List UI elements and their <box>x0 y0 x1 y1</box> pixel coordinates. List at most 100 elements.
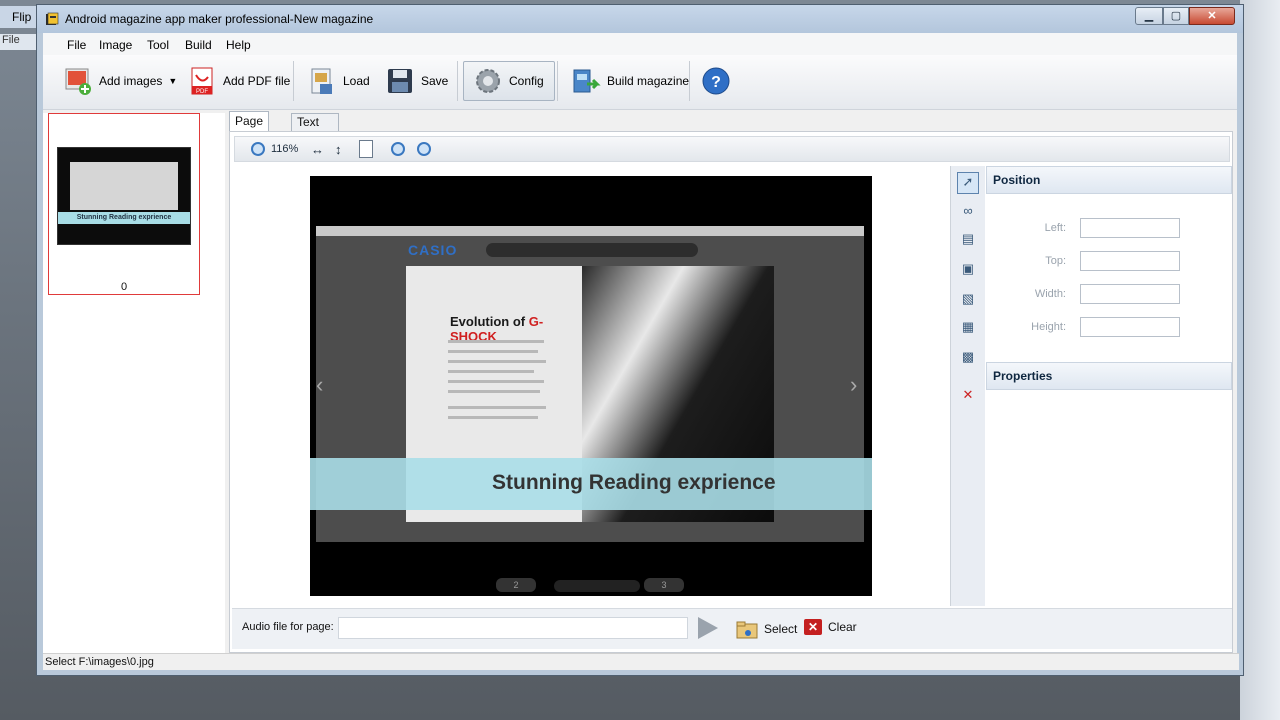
left-input[interactable] <box>1080 218 1180 238</box>
toolbar-separator <box>689 61 690 101</box>
flipbook-navbar <box>486 243 698 257</box>
background-right-edge <box>1240 0 1280 720</box>
delete-icon[interactable]: ✕ <box>959 386 977 404</box>
text-line <box>448 360 546 363</box>
folder-music-icon <box>736 621 758 639</box>
add-images-label: Add images <box>99 74 163 88</box>
top-input[interactable] <box>1080 251 1180 271</box>
text-line <box>448 370 534 373</box>
banner-overlay: Stunning Reading exprience <box>310 458 872 510</box>
help-icon: ? <box>702 67 730 95</box>
zoom-level: 116% <box>271 143 299 155</box>
height-input[interactable] <box>1080 317 1180 337</box>
toolbar-separator <box>557 61 558 101</box>
dropdown-arrow-icon[interactable]: ▼ <box>168 76 177 86</box>
svg-text:?: ? <box>711 74 721 91</box>
toolbar-separator <box>293 61 294 101</box>
tab-text-for-search[interactable]: Text for search <box>291 113 340 161</box>
fit-height-button[interactable]: ↕ <box>335 140 342 158</box>
screenshot-browser-bar <box>316 226 864 236</box>
image-icon[interactable]: ▣ <box>959 260 977 278</box>
config-button[interactable]: Config <box>473 63 544 99</box>
load-icon <box>311 68 332 94</box>
link-icon[interactable]: ∞ <box>959 202 977 220</box>
load-button[interactable]: Load <box>307 63 370 99</box>
main-window: Android magazine app maker professional-… <box>36 4 1244 676</box>
text-line <box>448 416 538 419</box>
load-label: Load <box>343 74 370 88</box>
page-icon <box>359 140 373 158</box>
page-view-panel: 116% ↔ ↕ CASIO Evolution of G-SHOCK 2 3 … <box>229 131 1233 653</box>
build-magazine-label: Build magazine <box>607 74 690 88</box>
thumbnail-label: 0 <box>120 281 128 293</box>
menu-file[interactable]: File <box>67 38 86 52</box>
fit-width-button[interactable]: ↔ <box>311 140 324 158</box>
page-canvas[interactable]: CASIO Evolution of G-SHOCK 2 3 ‹ › Stunn… <box>232 166 948 606</box>
fit-width-icon: ↔ <box>311 141 324 157</box>
pdf-icon: PDF <box>191 67 213 95</box>
zoom-in-button[interactable] <box>391 140 405 158</box>
text-line <box>448 380 544 383</box>
banner-text: Stunning Reading exprience <box>492 471 776 494</box>
maximize-button[interactable]: ▢ <box>1163 7 1189 25</box>
flash-icon[interactable]: ▧ <box>959 290 977 308</box>
width-input[interactable] <box>1080 284 1180 304</box>
menu-tool[interactable]: Tool <box>147 38 169 52</box>
help-button[interactable]: ? <box>701 63 737 99</box>
left-label: Left: <box>1044 222 1066 234</box>
zoom-level-control[interactable]: 116% <box>251 140 298 158</box>
build-magazine-icon <box>573 69 601 93</box>
play-icon[interactable] <box>698 617 718 639</box>
menu-help[interactable]: Help <box>226 38 251 52</box>
select-audio-button[interactable]: Select <box>736 619 797 639</box>
audio-file-input[interactable] <box>338 617 688 639</box>
close-button[interactable]: ✕ <box>1189 7 1235 25</box>
video-icon[interactable]: ▦ <box>959 318 977 336</box>
menu-image[interactable]: Image <box>99 38 132 52</box>
gear-icon <box>476 69 500 93</box>
position-panel-title: Position <box>986 166 1232 194</box>
select-label: Select <box>764 622 798 636</box>
svg-text:PDF: PDF <box>196 89 208 95</box>
add-images-icon <box>65 68 91 95</box>
audio-label: Audio file for page: <box>242 621 334 633</box>
button-icon[interactable]: ▩ <box>959 348 977 366</box>
width-label: Width: <box>1034 288 1066 300</box>
add-pdf-button[interactable]: PDF Add PDF file <box>187 63 290 99</box>
minimize-button[interactable]: ▁ <box>1135 7 1163 25</box>
properties-sidebar: Position Left: Top: Width: Height: Prope… <box>986 166 1232 606</box>
save-button[interactable]: Save <box>385 63 448 99</box>
text-line <box>448 340 544 343</box>
thumbnail-image: Stunning Reading exprience <box>57 147 191 245</box>
thumbnail-panel: Stunning Reading exprience 0 <box>43 113 225 653</box>
flipbook-next-arrow-icon: › <box>850 372 858 397</box>
object-tools-bar: ➚ ∞ ▤ ▣ ▧ ▦ ▩ ✕ <box>950 166 985 606</box>
pointer-icon[interactable]: ➚ <box>957 172 979 194</box>
properties-panel-title: Properties <box>986 362 1232 390</box>
clear-icon: ✕ <box>804 619 822 635</box>
zoom-in-icon <box>391 142 405 156</box>
add-images-button[interactable]: Add images ▼ <box>63 63 177 99</box>
text-line <box>448 350 538 353</box>
build-magazine-button[interactable]: Build magazine <box>571 63 689 99</box>
top-label: Top: <box>1045 255 1066 267</box>
text-icon[interactable]: ▤ <box>959 230 977 248</box>
thumbnail-item[interactable]: Stunning Reading exprience 0 <box>48 113 200 295</box>
tab-page-view[interactable]: Page view <box>229 111 270 146</box>
actual-size-button[interactable] <box>359 140 373 158</box>
main-toolbar: Add images ▼ PDF Add PDF file Load Save … <box>43 55 1237 110</box>
fit-height-icon: ↕ <box>335 141 342 157</box>
zoom-out-button[interactable] <box>417 140 431 158</box>
article-heading-text: Evolution of <box>450 314 529 329</box>
window-title: Android magazine app maker professional-… <box>65 12 374 26</box>
flipbook-prev-arrow-icon: ‹ <box>316 372 324 397</box>
title-bar[interactable]: Android magazine app maker professional-… <box>37 5 1243 33</box>
menu-build[interactable]: Build <box>185 38 212 52</box>
zoom-out-icon <box>417 142 431 156</box>
brand-logo: CASIO <box>408 242 458 258</box>
text-line <box>448 406 546 409</box>
status-bar: Select F:\images\0.jpg <box>43 653 1239 670</box>
window-client-area: File Image Tool Build Help Add images ▼ <box>43 33 1239 670</box>
thumbnail-page-preview <box>70 162 178 210</box>
clear-audio-button[interactable]: ✕ Clear <box>804 619 857 635</box>
